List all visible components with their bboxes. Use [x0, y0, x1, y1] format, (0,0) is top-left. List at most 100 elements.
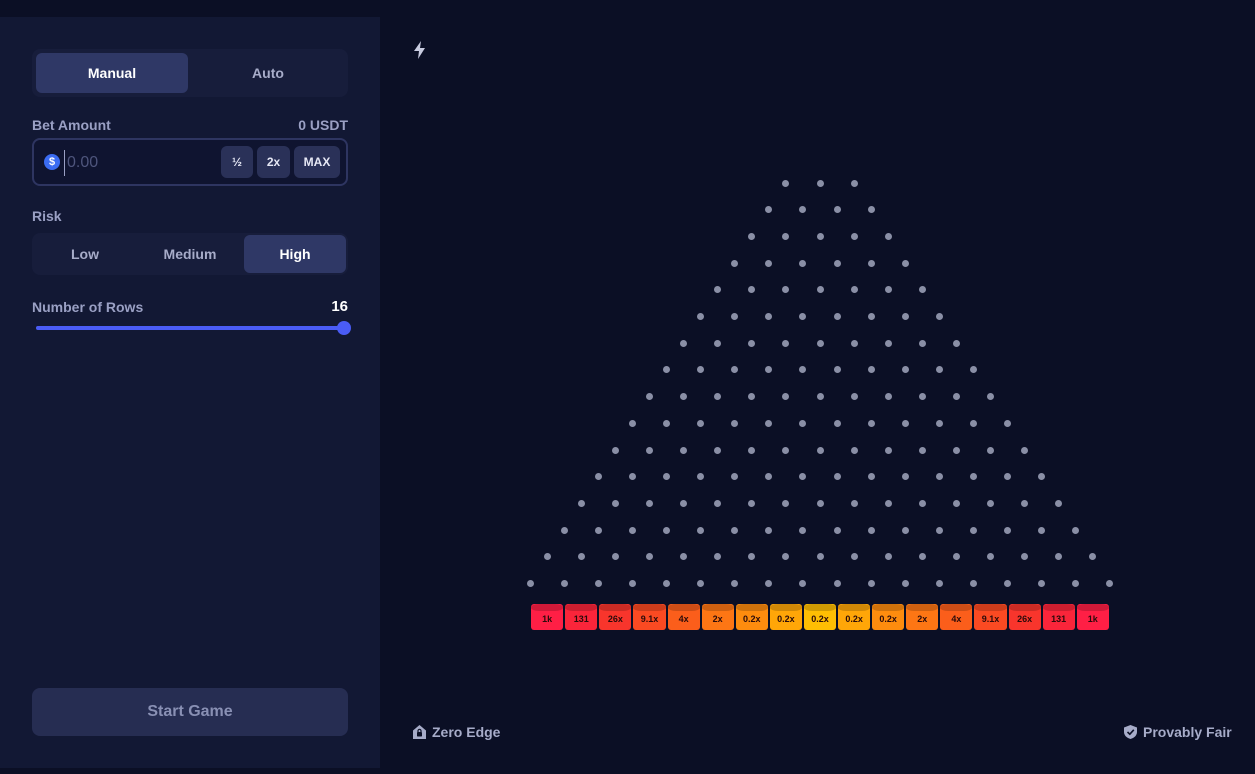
- peg: [765, 526, 773, 534]
- plinko-board: 1k 131 26x 9.1x 4x 2x 0.2x 0.2x 0.2x 0.2x 0.2x 2x 4x…: [0, 0, 1255, 774]
- peg: [663, 366, 671, 374]
- peg: [731, 366, 739, 374]
- peg: [935, 366, 943, 374]
- peg: [1004, 473, 1012, 481]
- peg: [987, 393, 994, 401]
- peg: [663, 526, 671, 534]
- multiplier-bucket: 26x: [599, 604, 632, 630]
- multiplier-label: 26x: [1017, 614, 1033, 624]
- multiplier-bucket: 2x: [906, 604, 939, 630]
- peg: [731, 580, 739, 587]
- peg: [816, 232, 824, 240]
- peg: [816, 393, 824, 401]
- peg: [867, 259, 875, 267]
- multiplier-label: 26x: [607, 614, 623, 624]
- peg: [799, 419, 807, 427]
- peg: [1021, 499, 1029, 507]
- peg: [628, 580, 636, 587]
- peg: [816, 179, 824, 187]
- peg: [731, 526, 739, 534]
- peg: [884, 232, 892, 240]
- multiplier-bucket: 1k: [531, 604, 564, 630]
- peg: [748, 393, 756, 401]
- peg: [969, 580, 977, 587]
- peg: [646, 499, 653, 507]
- peg: [560, 526, 568, 534]
- multiplier-bucket: 0.2x: [735, 604, 768, 630]
- multiplier-bucket: 0.2x: [769, 604, 802, 630]
- peg: [628, 419, 636, 427]
- peg: [833, 419, 841, 427]
- peg: [884, 339, 892, 347]
- multiplier-label: 0.2x: [743, 614, 761, 624]
- multiplier-bucket: 0.2x: [803, 604, 837, 630]
- peg: [526, 580, 534, 587]
- multiplier-bucket: 9.1x: [974, 604, 1007, 630]
- peg: [935, 580, 943, 587]
- peg: [935, 419, 943, 427]
- peg: [850, 179, 858, 187]
- peg: [1055, 553, 1063, 561]
- peg: [594, 473, 602, 481]
- peg: [850, 446, 858, 454]
- peg: [611, 446, 619, 454]
- peg: [884, 393, 892, 401]
- peg: [799, 473, 807, 481]
- peg: [935, 526, 943, 534]
- peg: [935, 473, 943, 481]
- peg: [867, 419, 875, 427]
- peg: [884, 286, 892, 294]
- peg: [799, 313, 807, 320]
- peg: [714, 553, 722, 561]
- zero-edge-link[interactable]: Zero Edge: [412, 724, 500, 740]
- peg: [1089, 553, 1097, 561]
- house-lock-icon: [413, 725, 426, 739]
- peg: [1004, 580, 1012, 587]
- peg: [628, 473, 636, 481]
- peg: [628, 526, 636, 534]
- peg: [748, 232, 756, 240]
- peg: [901, 259, 909, 267]
- peg: [697, 473, 705, 481]
- peg: [765, 206, 773, 214]
- peg: [816, 553, 824, 561]
- peg: [901, 473, 909, 481]
- peg: [782, 286, 790, 294]
- peg: [884, 446, 892, 454]
- peg: [697, 313, 705, 320]
- peg: [765, 313, 773, 320]
- peg: [987, 446, 994, 454]
- peg: [714, 499, 722, 507]
- peg: [918, 499, 926, 507]
- peg: [543, 553, 551, 561]
- multiplier-label: 0.2x: [777, 614, 795, 624]
- peg: [799, 259, 807, 267]
- peg: [594, 526, 602, 534]
- peg: [969, 473, 977, 481]
- peg: [918, 286, 926, 294]
- shield-check-icon: [1124, 725, 1137, 739]
- peg: [969, 526, 977, 534]
- peg: [731, 419, 739, 427]
- peg: [833, 473, 841, 481]
- peg: [799, 366, 807, 374]
- peg: [952, 499, 960, 507]
- peg: [1038, 580, 1046, 587]
- peg: [680, 553, 688, 561]
- peg: [697, 526, 705, 534]
- peg: [1038, 473, 1046, 481]
- multiplier-label: 131: [1051, 614, 1067, 624]
- peg: [646, 553, 653, 561]
- peg: [833, 259, 841, 267]
- multiplier-bucket: 26x: [1008, 604, 1041, 630]
- provably-fair-link[interactable]: Provably Fair: [1123, 724, 1232, 740]
- peg: [611, 499, 619, 507]
- peg: [867, 526, 875, 534]
- peg: [1106, 580, 1114, 587]
- peg: [765, 473, 773, 481]
- peg: [731, 313, 739, 320]
- peg: [901, 580, 909, 587]
- peg: [646, 393, 653, 401]
- multiplier-label: 4x: [678, 614, 689, 624]
- peg: [697, 580, 705, 587]
